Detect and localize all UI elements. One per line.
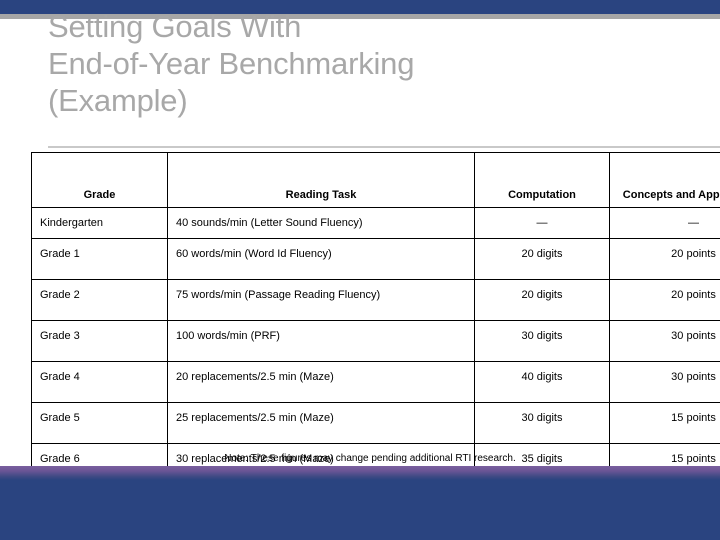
cell-concepts: 30 points [609, 361, 720, 403]
cell-reading-task: 40 sounds/min (Letter Sound Fluency) [167, 207, 475, 239]
column-header-computation: Computation [474, 152, 610, 208]
cell-computation: — [474, 207, 610, 239]
table-header: Grade Reading Task Computation Concepts … [31, 152, 720, 208]
cell-concepts: 30 points [609, 320, 720, 362]
cell-concepts: 15 points [609, 402, 720, 444]
cell-computation: 20 digits [474, 279, 610, 321]
cell-grade: Grade 3 [31, 320, 168, 362]
title-underline-rule [48, 146, 720, 148]
table-row: Grade 3 100 words/min (PRF) 30 digits 30… [31, 320, 720, 362]
cell-concepts: — [609, 207, 720, 239]
cell-reading-task: 25 replacements/2.5 min (Maze) [167, 402, 475, 444]
table-row: Grade 1 60 words/min (Word Id Fluency) 2… [31, 238, 720, 280]
cell-grade: Kindergarten [31, 207, 168, 239]
table-row: Grade 2 75 words/min (Passage Reading Fl… [31, 279, 720, 321]
slide: Setting Goals With End-of-Year Benchmark… [0, 0, 720, 540]
cell-concepts: 20 points [609, 238, 720, 280]
page-title: Setting Goals With End-of-Year Benchmark… [48, 9, 415, 118]
column-header-reading-task: Reading Task [167, 152, 475, 208]
cell-reading-task: 20 replacements/2.5 min (Maze) [167, 361, 475, 403]
cell-grade: Grade 1 [31, 238, 168, 280]
cell-computation: 30 digits [474, 320, 610, 362]
cell-reading-task: 75 words/min (Passage Reading Fluency) [167, 279, 475, 321]
cell-computation: 40 digits [474, 361, 610, 403]
cell-concepts: 20 points [609, 279, 720, 321]
cell-computation: 30 digits [474, 402, 610, 444]
cell-reading-task: 60 words/min (Word Id Fluency) [167, 238, 475, 280]
table-row: Kindergarten 40 sounds/min (Letter Sound… [31, 207, 720, 239]
table-body: Kindergarten 40 sounds/min (Letter Sound… [31, 207, 720, 485]
benchmark-table: Grade Reading Task Computation Concepts … [31, 152, 720, 485]
cell-grade: Grade 5 [31, 402, 168, 444]
cell-grade: Grade 4 [31, 361, 168, 403]
column-header-grade: Grade [31, 152, 168, 208]
cell-computation: 20 digits [474, 238, 610, 280]
column-header-concepts-and-applications: Concepts and Applications [609, 152, 720, 208]
table-note: Note: These figures may change pending a… [224, 453, 516, 464]
cell-reading-task: 100 words/min (PRF) [167, 320, 475, 362]
footer-band: Center on RESPONSE to INTERVENTION at Am… [0, 480, 720, 540]
table-row: Grade 4 20 replacements/2.5 min (Maze) 4… [31, 361, 720, 403]
table-header-row: Grade Reading Task Computation Concepts … [31, 152, 720, 208]
cell-grade: Grade 2 [31, 279, 168, 321]
slide-title-container: Setting Goals With End-of-Year Benchmark… [48, 8, 688, 138]
table-row: Grade 5 25 replacements/2.5 min (Maze) 3… [31, 402, 720, 444]
footer-gradient-rule [0, 466, 720, 480]
